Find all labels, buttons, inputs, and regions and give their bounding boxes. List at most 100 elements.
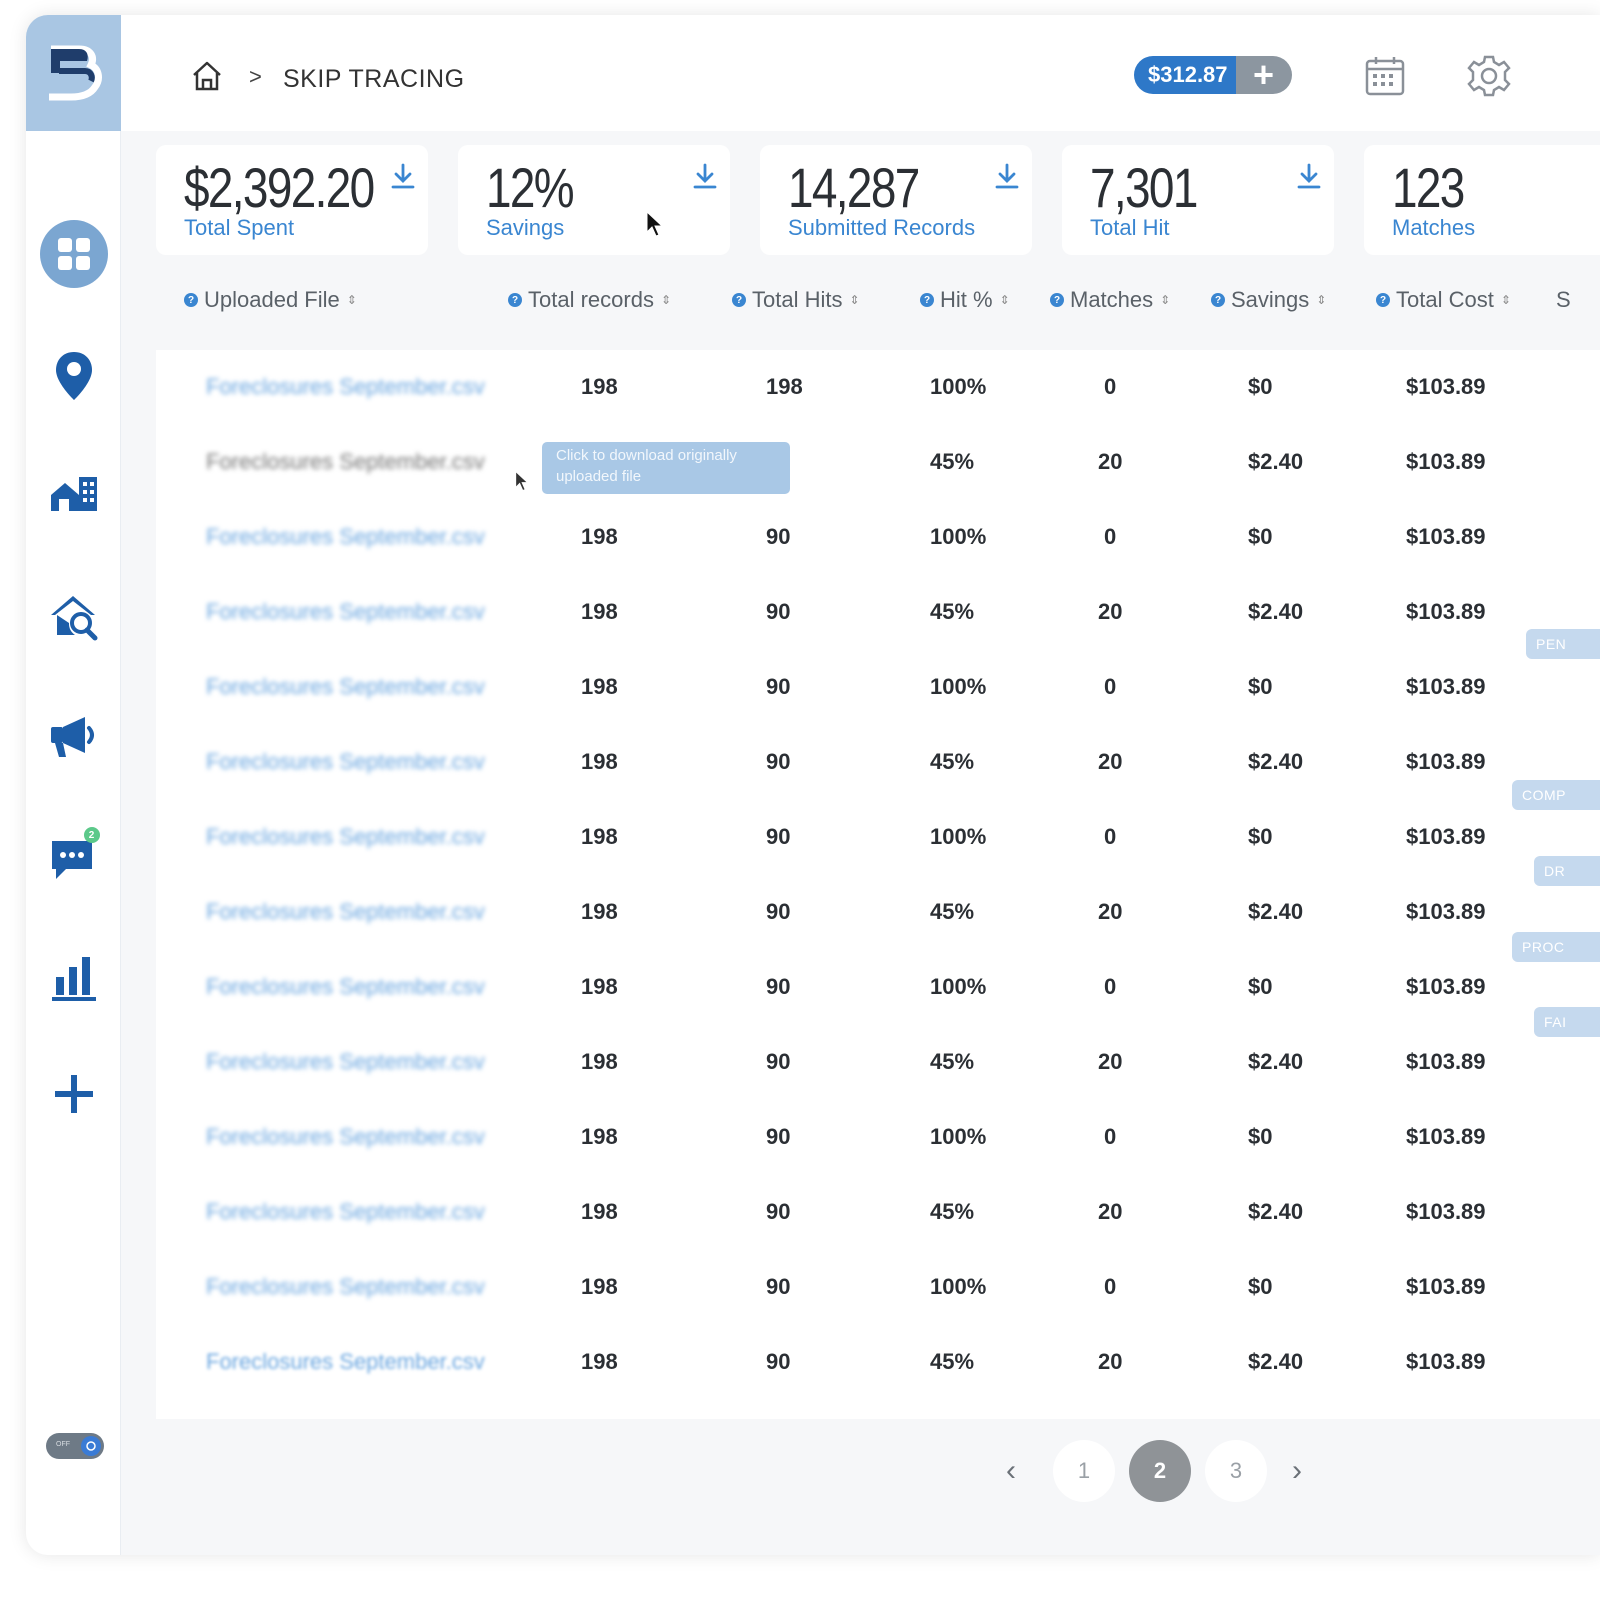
column-header-total-records[interactable]: ? Total records ⇕ xyxy=(508,287,671,313)
uploaded-file-link[interactable]: Foreclosures September.csv xyxy=(206,449,485,475)
column-header-savings[interactable]: ? Savings ⇕ xyxy=(1211,287,1326,313)
total-records-cell: 198 xyxy=(581,674,618,699)
add-funds-icon[interactable]: + xyxy=(1235,56,1292,94)
total-cost-cell: $103.89 xyxy=(1406,749,1486,774)
sort-icon[interactable]: ⇕ xyxy=(1316,294,1326,306)
mouse-cursor-icon xyxy=(515,470,529,491)
uploaded-file-link[interactable]: Foreclosures September.csv xyxy=(206,374,485,400)
total-records-cell: 198 xyxy=(581,1049,618,1074)
home-icon[interactable] xyxy=(191,60,223,97)
sidebar-item-marketing[interactable] xyxy=(26,715,121,759)
total-cost-cell: $103.89 xyxy=(1406,1049,1486,1074)
uploaded-file-link[interactable]: Foreclosures September.csv xyxy=(206,1274,485,1300)
help-icon[interactable]: ? xyxy=(184,293,198,307)
stat-card-matches: 123 Matches xyxy=(1364,145,1600,255)
help-icon[interactable]: ? xyxy=(1050,293,1064,307)
sidebar-item-map[interactable] xyxy=(26,350,121,402)
top-header: > SKIP TRACING $312.87 + xyxy=(121,15,1600,131)
calendar-icon[interactable] xyxy=(1364,55,1406,102)
help-icon[interactable]: ? xyxy=(1211,293,1225,307)
stat-label: Submitted Records xyxy=(788,215,976,240)
table-row: Foreclosures September.csv 198 90 45% 20… xyxy=(156,1175,1600,1250)
sort-icon[interactable]: ⇕ xyxy=(849,294,859,306)
prev-page-icon[interactable]: ‹ xyxy=(1006,1454,1016,1488)
sort-icon[interactable]: ⇕ xyxy=(1160,294,1170,306)
uploaded-file-link[interactable]: Foreclosures September.csv xyxy=(206,1124,485,1150)
hit-percent-cell: 100% xyxy=(930,674,987,699)
hit-percent-cell: 45% xyxy=(930,449,975,474)
column-header-total-cost[interactable]: ? Total Cost ⇕ xyxy=(1376,287,1511,313)
table-row: Foreclosures September.csv 198 90 45% 20… xyxy=(156,575,1600,650)
help-icon[interactable]: ? xyxy=(732,293,746,307)
next-page-icon[interactable]: › xyxy=(1292,1454,1302,1488)
uploaded-file-link[interactable]: Foreclosures September.csv xyxy=(206,824,485,850)
sort-icon[interactable]: ⇕ xyxy=(347,294,357,306)
help-icon[interactable]: ? xyxy=(508,293,522,307)
matches-cell: 20 xyxy=(1098,599,1123,624)
total-cost-cell: $103.89 xyxy=(1406,1349,1486,1374)
stat-value: 14,287 xyxy=(788,156,920,219)
sidebar: 2 OFF xyxy=(26,15,121,1555)
page-button-2[interactable]: 2 xyxy=(1129,1440,1191,1502)
matches-cell: 0 xyxy=(1104,1274,1117,1299)
sort-icon[interactable]: ⇕ xyxy=(661,294,671,306)
uploaded-file-link[interactable]: Foreclosures September.csv xyxy=(206,899,485,925)
total-records-cell: 198 xyxy=(581,524,618,549)
sidebar-item-properties[interactable] xyxy=(26,473,121,513)
stat-card-total-hit: 7,301 Total Hit xyxy=(1062,145,1334,255)
table-row: Foreclosures September.csv 198 90 100% 0… xyxy=(156,500,1600,575)
savings-cell: $2.40 xyxy=(1248,749,1304,774)
status-badge: COMP xyxy=(1512,780,1600,810)
sort-icon[interactable]: ⇕ xyxy=(1000,294,1010,306)
column-header-matches[interactable]: ? Matches ⇕ xyxy=(1050,287,1170,313)
sidebar-item-messages[interactable]: 2 xyxy=(26,827,121,883)
table-row: Foreclosures September.csv 198 90 100% 0… xyxy=(156,1250,1600,1325)
total-cost-cell: $103.89 xyxy=(1406,1199,1486,1224)
download-icon[interactable] xyxy=(1296,163,1322,196)
total-hits-cell: 90 xyxy=(766,674,791,699)
column-header-status[interactable]: S xyxy=(1556,287,1571,313)
balance-amount: $312.87 xyxy=(1134,56,1236,94)
download-icon[interactable] xyxy=(692,163,718,196)
uploaded-file-link[interactable]: Foreclosures September.csv xyxy=(206,599,485,625)
total-hits-cell: 198 xyxy=(766,374,803,399)
table-row: Foreclosures September.csv 198 90 45% 20… xyxy=(156,875,1600,950)
balance-button[interactable]: $312.87 + xyxy=(1134,56,1292,94)
uploaded-file-link[interactable]: Foreclosures September.csv xyxy=(206,749,485,775)
total-hits-cell: 90 xyxy=(766,1124,791,1149)
sidebar-item-property-search[interactable] xyxy=(26,593,121,641)
dashboard-grid-icon xyxy=(57,238,90,270)
table-row: Foreclosures September.csv 198 90 100% 0… xyxy=(156,950,1600,1025)
total-cost-cell: $103.89 xyxy=(1406,1124,1486,1149)
matches-cell: 0 xyxy=(1104,524,1117,549)
column-header-total-hits[interactable]: ? Total Hits ⇕ xyxy=(732,287,860,313)
sidebar-item-add[interactable] xyxy=(26,1073,121,1115)
hit-percent-cell: 100% xyxy=(930,374,987,399)
uploaded-file-link[interactable]: Foreclosures September.csv xyxy=(206,674,485,700)
savings-cell: $0 xyxy=(1248,524,1273,549)
download-icon[interactable] xyxy=(994,163,1020,196)
uploaded-file-link[interactable]: Foreclosures September.csv xyxy=(206,1049,485,1075)
page-button-1[interactable]: 1 xyxy=(1053,1440,1115,1502)
app-logo[interactable] xyxy=(26,15,121,131)
settings-gear-icon[interactable] xyxy=(1466,53,1512,104)
column-header-uploaded-file[interactable]: ? Uploaded File ⇕ xyxy=(184,287,357,313)
help-icon[interactable]: ? xyxy=(920,293,934,307)
hit-percent-cell: 100% xyxy=(930,1274,987,1299)
buildings-icon xyxy=(50,477,97,511)
help-icon[interactable]: ? xyxy=(1376,293,1390,307)
uploaded-file-link[interactable]: Foreclosures September.csv xyxy=(206,1199,485,1225)
download-icon[interactable] xyxy=(390,163,416,196)
uploaded-file-link[interactable]: Foreclosures September.csv xyxy=(206,974,485,1000)
sidebar-item-reports[interactable] xyxy=(26,953,121,1001)
table-row: Foreclosures September.csv 198 90 45% 20… xyxy=(156,1025,1600,1100)
sidebar-item-dashboard[interactable] xyxy=(26,220,121,288)
column-header-hit-percent[interactable]: ? Hit % ⇕ xyxy=(920,287,1010,313)
page-button-3[interactable]: 3 xyxy=(1205,1440,1267,1502)
download-tooltip: Click to download originally uploaded fi… xyxy=(542,442,790,494)
sort-icon[interactable]: ⇕ xyxy=(1501,294,1511,306)
matches-cell: 20 xyxy=(1098,449,1123,474)
uploaded-file-link[interactable]: Foreclosures September.csv xyxy=(206,524,485,550)
matches-cell: 0 xyxy=(1104,824,1117,849)
uploaded-file-link[interactable]: Foreclosures September.csv xyxy=(206,1349,485,1375)
